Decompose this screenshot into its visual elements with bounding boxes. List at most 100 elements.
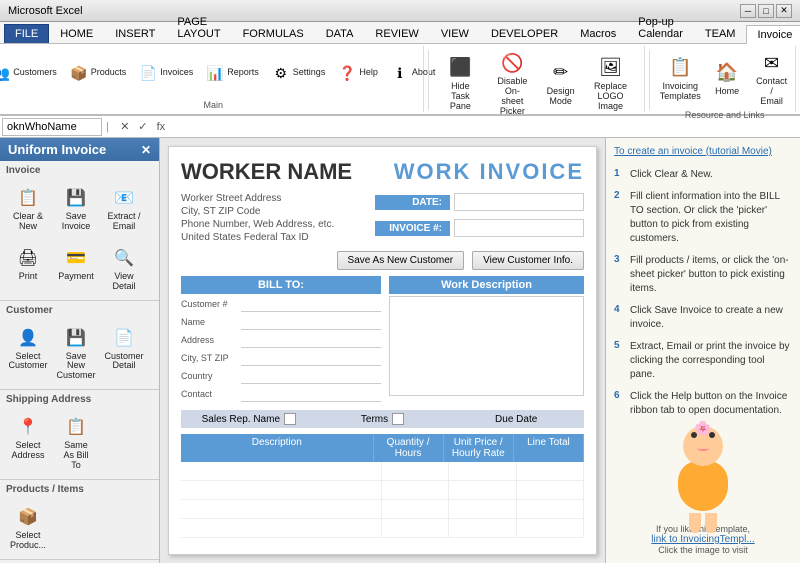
row1-desc[interactable] [181, 462, 382, 480]
customer-num-input[interactable] [241, 296, 381, 312]
contact-email-label: Contact /Email [754, 77, 788, 107]
row4-price[interactable] [449, 519, 517, 537]
cancel-formula-icon[interactable]: ✕ [117, 119, 133, 135]
row2-total[interactable] [517, 481, 585, 499]
tab-developer[interactable]: DEVELOPER [480, 24, 569, 43]
tab-file[interactable]: FILE [4, 24, 49, 43]
customers-button[interactable]: 👥 Customers [0, 60, 61, 86]
row1-total[interactable] [517, 462, 585, 480]
invoices-icon: 📄 [138, 63, 158, 83]
save-new-customer-icon: 💾 [62, 324, 90, 352]
select-product-icon: 📦 [14, 503, 42, 531]
invoice-section: Invoice 📋 Clear & New 💾 Save Invoice 📧 E… [0, 161, 159, 301]
row1-qty[interactable] [382, 462, 450, 480]
address-input[interactable] [241, 332, 381, 348]
tab-macros[interactable]: Macros [569, 24, 627, 43]
row3-total[interactable] [517, 500, 585, 518]
products-button[interactable]: 📦 Products [65, 60, 131, 86]
formula-bar: | ✕ ✓ fx [0, 116, 800, 138]
row2-desc[interactable] [181, 481, 382, 499]
tab-home[interactable]: HOME [49, 24, 104, 43]
invoicing-templates-button[interactable]: 📋 InvoicingTemplates [656, 51, 705, 105]
work-description-input[interactable] [389, 296, 584, 396]
address-line-3: Phone Number, Web Address, etc. [181, 219, 334, 230]
select-product-button[interactable]: 📦 Select Produc... [6, 499, 50, 555]
row1-price[interactable] [449, 462, 517, 480]
maximize-btn[interactable]: □ [758, 4, 774, 18]
help-button[interactable]: ❓ Help [333, 60, 382, 86]
payment-button[interactable]: 💳 Payment [54, 240, 98, 296]
select-address-button[interactable]: 📍 Select Address [6, 409, 50, 475]
contact-email-button[interactable]: ✉ Contact /Email [749, 46, 793, 110]
sales-rep-checkbox[interactable] [284, 413, 296, 425]
step-1-text: Click Clear & New. [630, 168, 713, 182]
tab-insert[interactable]: INSERT [104, 24, 166, 43]
tab-data[interactable]: DATA [315, 24, 365, 43]
row4-qty[interactable] [382, 519, 450, 537]
work-invoice-title: WORK INVOICE [394, 159, 584, 185]
invoice-number-label: INVOICE #: [375, 221, 450, 236]
extract-email-button[interactable]: 📧 Extract / Email [102, 180, 146, 236]
reports-button[interactable]: 📊 Reports [201, 60, 263, 86]
tab-popup-calendar[interactable]: Pop-up Calendar [627, 12, 694, 43]
view-customer-info-button[interactable]: View Customer Info. [472, 251, 584, 270]
confirm-formula-icon[interactable]: ✓ [135, 119, 151, 135]
save-as-new-customer-button[interactable]: Save As New Customer [337, 251, 465, 270]
invoice-number-input[interactable] [454, 219, 584, 237]
home-button[interactable]: 🏠 Home [709, 56, 746, 100]
name-box[interactable] [2, 118, 102, 136]
tab-page-layout[interactable]: PAGE LAYOUT [166, 12, 231, 43]
country-input[interactable] [241, 368, 381, 384]
save-new-customer-button[interactable]: 💾 Save New Customer [54, 320, 98, 386]
left-panel-close-btn[interactable]: ✕ [141, 143, 151, 157]
save-invoice-button[interactable]: 💾 Save Invoice [54, 180, 98, 236]
row3-qty[interactable] [382, 500, 450, 518]
settings-button[interactable]: ⚙ Settings [267, 60, 330, 86]
address-date-area: Worker Street Address City, ST ZIP Code … [181, 193, 584, 245]
clear-new-button[interactable]: 📋 Clear & New [6, 180, 50, 236]
invoicing-templ-link[interactable]: link to InvoicingTempl... [614, 534, 792, 545]
shipping-section-title: Shipping Address [6, 394, 153, 405]
row2-qty[interactable] [382, 481, 450, 499]
same-as-bill-to-button[interactable]: 📋 Same As Bill To [54, 409, 98, 475]
row3-price[interactable] [449, 500, 517, 518]
formula-input[interactable] [175, 118, 798, 136]
save-new-customer-label: Save New Customer [57, 352, 96, 382]
disable-on-sheet-button[interactable]: 🚫 Disable On-sheet Picker [486, 46, 538, 120]
row3-desc[interactable] [181, 500, 382, 518]
tab-invoice[interactable]: Invoice [746, 25, 800, 44]
tab-view[interactable]: VIEW [430, 24, 480, 43]
select-customer-button[interactable]: 👤 Select Customer [6, 320, 50, 386]
tab-team[interactable]: TEAM [694, 24, 747, 43]
about-button[interactable]: ℹ About [386, 60, 440, 86]
step-3: 3 Fill products / items, or click the 'o… [614, 254, 792, 296]
shipping-buttons: 📍 Select Address 📋 Same As Bill To [6, 409, 153, 475]
row2-price[interactable] [449, 481, 517, 499]
design-mode-button[interactable]: ✏ DesignMode [543, 56, 579, 110]
row4-total[interactable] [517, 519, 585, 537]
date-row: DATE: [375, 193, 584, 211]
minimize-btn[interactable]: ─ [740, 4, 756, 18]
print-button[interactable]: 🖨 Print [6, 240, 50, 296]
tab-formulas[interactable]: FORMULAS [232, 24, 315, 43]
character-illustration[interactable]: 🌸 [614, 426, 792, 516]
tutorial-link[interactable]: To create an invoice (tutorial Movie) [614, 146, 792, 157]
invoice-buttons: 📋 Clear & New 💾 Save Invoice 📧 Extract /… [6, 180, 153, 296]
replace-logo-button[interactable]: 🖼 ReplaceLOGO Image [583, 51, 639, 115]
contact-input[interactable] [241, 386, 381, 402]
row4-desc[interactable] [181, 519, 382, 537]
city-st-zip-input[interactable] [241, 350, 381, 366]
tab-review[interactable]: REVIEW [364, 24, 429, 43]
terms-checkbox[interactable] [392, 413, 404, 425]
home-icon: 🏠 [713, 59, 741, 87]
insert-function-icon[interactable]: fx [153, 119, 169, 135]
customer-detail-button[interactable]: 📄 Customer Detail [102, 320, 146, 386]
invoices-button[interactable]: 📄 Invoices [134, 60, 197, 86]
invoicing-templates-icon: 📋 [666, 54, 694, 82]
name-input[interactable] [241, 314, 381, 330]
hide-task-pane-button[interactable]: ⬛ Hide TaskPane [438, 51, 482, 115]
close-btn[interactable]: ✕ [776, 4, 792, 18]
date-input[interactable] [454, 193, 584, 211]
view-detail-button[interactable]: 🔍 View Detail [102, 240, 146, 296]
shipping-section: Shipping Address 📍 Select Address 📋 Same… [0, 390, 159, 480]
